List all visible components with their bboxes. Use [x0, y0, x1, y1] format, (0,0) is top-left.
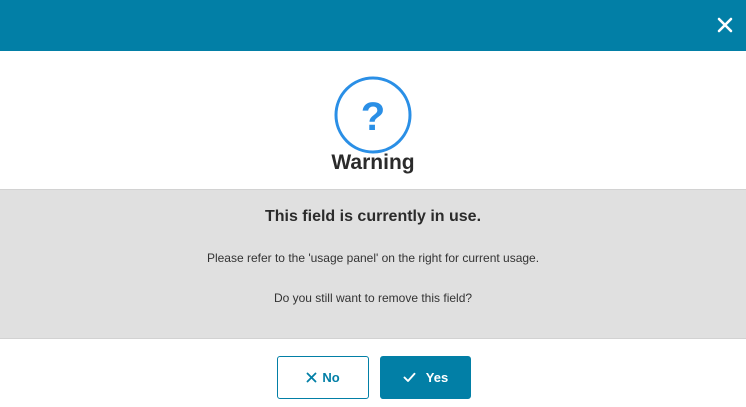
no-button[interactable]: No: [277, 356, 369, 399]
checkmark-icon: [403, 372, 416, 383]
no-button-label: No: [322, 370, 340, 385]
x-icon: [306, 372, 317, 383]
dialog-header: ? Warning: [0, 51, 746, 189]
dialog-title: Warning: [331, 151, 415, 174]
message-confirm-text: Do you still want to remove this field?: [273, 291, 473, 305]
message-heading: This field is currently in use.: [264, 208, 482, 225]
question-circle-icon: ?: [334, 76, 412, 154]
warning-dialog: ? Warning This field is currently in use…: [0, 0, 746, 407]
yes-button[interactable]: Yes: [380, 356, 471, 399]
message-panel: This field is currently in use. Please r…: [0, 189, 746, 339]
yes-button-label: Yes: [425, 370, 449, 385]
message-usage-text: Please refer to the 'usage panel' on the…: [206, 251, 540, 265]
dialog-title-bar: [0, 0, 746, 51]
question-mark: ?: [361, 95, 385, 139]
close-button[interactable]: [710, 10, 740, 40]
close-icon: [717, 17, 733, 33]
